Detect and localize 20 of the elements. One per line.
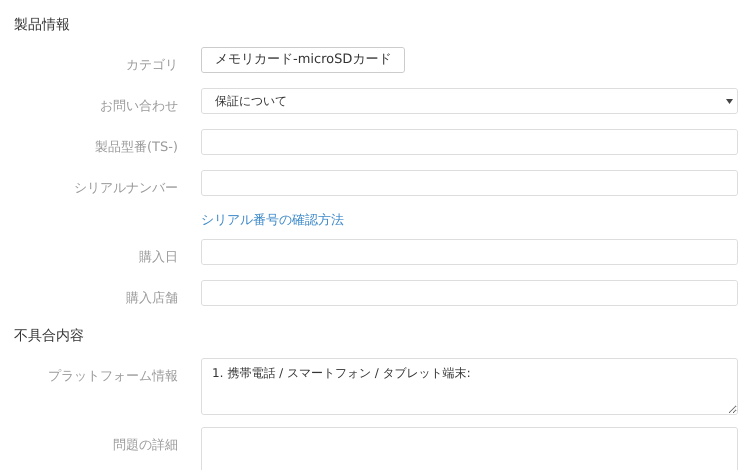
input-field[interactable]: [201, 238, 738, 264]
serial-help-link[interactable]: シリアル番号の確認方法: [201, 211, 344, 230]
field-label: 製品型番(TS-): [94, 140, 178, 155]
field-label: 購入店舗: [126, 290, 178, 306]
inquiry-select[interactable]: 保証について: [201, 88, 738, 114]
text-area[interactable]: [201, 426, 738, 470]
field-label: 問題の詳細: [113, 438, 178, 452]
dropdown-caret-icon: [726, 98, 733, 104]
section-heading: 製品情報: [14, 17, 70, 33]
field-label: シリアルナンバー: [74, 181, 178, 196]
section-heading: 不具合内容: [14, 328, 84, 344]
input-field[interactable]: [201, 129, 738, 155]
category-field: メモリカード-microSDカード: [201, 47, 406, 73]
field-label: カテゴリ: [126, 58, 178, 73]
input-field[interactable]: [201, 280, 738, 306]
field-label: 購入日: [139, 250, 178, 264]
field-label: お問い合わせ: [100, 99, 178, 114]
field-label: プラットフォーム情報: [48, 368, 178, 384]
text-area[interactable]: 1. 携帯電話 / スマートフォン / タブレット端末:: [201, 358, 738, 414]
input-field[interactable]: [201, 170, 738, 196]
